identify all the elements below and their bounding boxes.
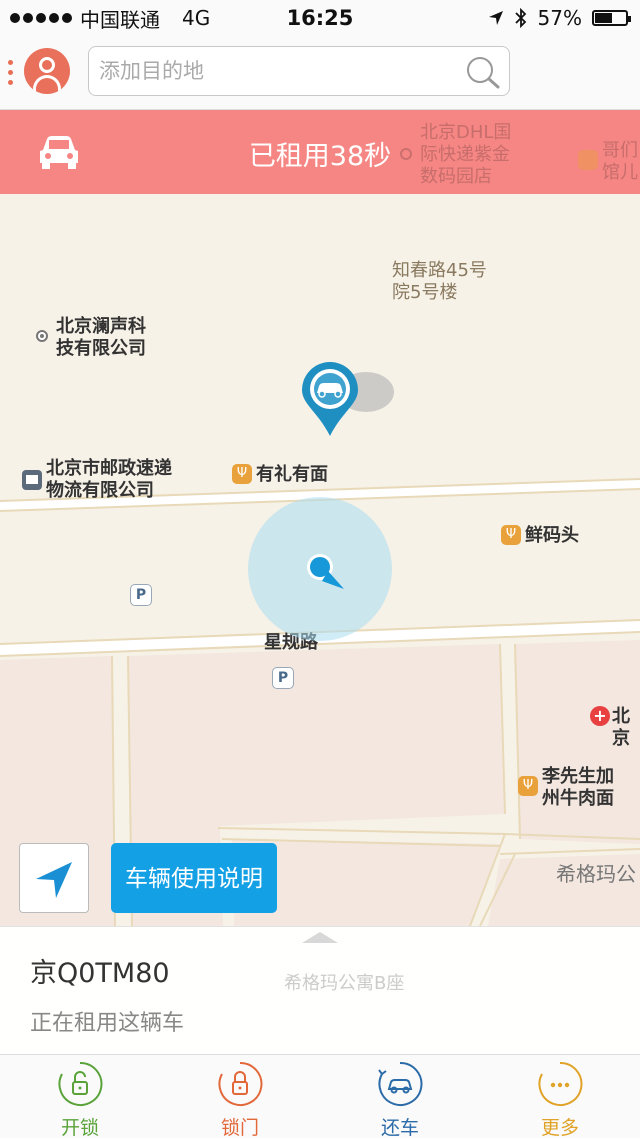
network-type: 4G — [182, 6, 211, 30]
parking-icon: P — [272, 667, 294, 689]
destination-input[interactable] — [99, 55, 459, 87]
poi-lansheng: 北京澜声科 技有限公司 — [56, 316, 146, 359]
location-arrow-icon — [488, 11, 503, 25]
unlock-label: 开锁 — [60, 1117, 99, 1138]
return-car-icon — [378, 1061, 423, 1106]
poi-hospital: 北京 — [612, 706, 630, 749]
lock-icon — [218, 1061, 263, 1106]
battery-icon — [592, 10, 631, 26]
search-box[interactable] — [88, 46, 510, 96]
poi-gege: 哥们 馆儿 — [602, 140, 638, 183]
more-label: 更多 — [540, 1117, 579, 1138]
expand-handle-icon[interactable] — [302, 932, 338, 943]
poi-youli: 有礼有面 — [256, 464, 328, 485]
poi-zhichun: 知春路45号 院5号楼 — [392, 260, 487, 303]
vehicle-guide-button[interactable]: 车辆使用说明 — [111, 843, 277, 913]
unlock-icon — [58, 1061, 103, 1106]
rental-timer-banner: 已租用38秒 北京DHL国 际快递紫金 数码园店 哥们 馆儿 — [0, 110, 640, 194]
postal-icon — [22, 470, 42, 490]
map-label-behind: 希格玛公寓B座 — [284, 973, 405, 994]
rental-status: 正在租用这辆车 — [30, 1011, 185, 1036]
vehicle-info-panel[interactable]: 希格玛公寓B座 京Q0TM80 正在租用这辆车 — [0, 926, 640, 1054]
restaurant-icon: Ψ — [232, 464, 252, 484]
battery-percent: 57% — [537, 6, 582, 30]
battery-fill — [595, 13, 613, 23]
poi-xigema: 希格玛公 — [556, 862, 636, 886]
locate-me-button[interactable] — [19, 843, 89, 913]
avatar[interactable] — [24, 48, 70, 94]
more-icon — [538, 1061, 583, 1106]
top-bar — [0, 36, 640, 110]
car-location-pin-icon[interactable] — [300, 360, 396, 440]
bluetooth-icon — [514, 8, 526, 28]
my-location-icon — [307, 554, 344, 589]
return-car-button[interactable]: 还车 — [320, 1055, 480, 1138]
lock-label: 锁门 — [220, 1117, 259, 1138]
status-bar: 中国联通 4G 16:25 57% — [0, 0, 640, 36]
restaurant-icon — [578, 150, 598, 170]
more-button[interactable]: 更多 — [480, 1055, 640, 1138]
poi-xianmatou: 鲜码头 — [525, 525, 579, 546]
return-car-label: 还车 — [380, 1117, 419, 1138]
poi-dot-icon — [400, 148, 412, 160]
poi-postal: 北京市邮政速递 物流有限公司 — [46, 458, 172, 501]
hospital-icon: + — [590, 706, 610, 726]
signal-strength-icon — [10, 13, 72, 23]
search-icon[interactable] — [463, 53, 501, 91]
restaurant-icon: Ψ — [501, 525, 521, 545]
rental-duration: 已租用38秒 — [248, 141, 392, 172]
poi-lixiansheng: 李先生加 州牛肉面 — [542, 766, 614, 809]
license-plate: 京Q0TM80 — [30, 958, 170, 989]
parking-icon: P — [130, 584, 152, 606]
navigation-arrow-icon — [36, 862, 72, 898]
map-view[interactable]: 知春路45号 院5号楼 北京澜声科 技有限公司 北京市邮政速递 物流有限公司 Ψ 有礼… — [0, 194, 640, 926]
unlock-button[interactable]: 开锁 — [0, 1055, 160, 1138]
menu-dots-icon[interactable] — [8, 60, 13, 85]
restaurant-icon: Ψ — [518, 776, 538, 796]
poi-dot-icon — [36, 330, 48, 342]
carrier-name: 中国联通 — [80, 7, 160, 32]
poi-dhl: 北京DHL国 际快递紫金 数码园店 — [420, 122, 512, 187]
action-bar: 开锁 锁门 还车 更多 — [0, 1054, 640, 1138]
lock-button[interactable]: 锁门 — [160, 1055, 320, 1138]
